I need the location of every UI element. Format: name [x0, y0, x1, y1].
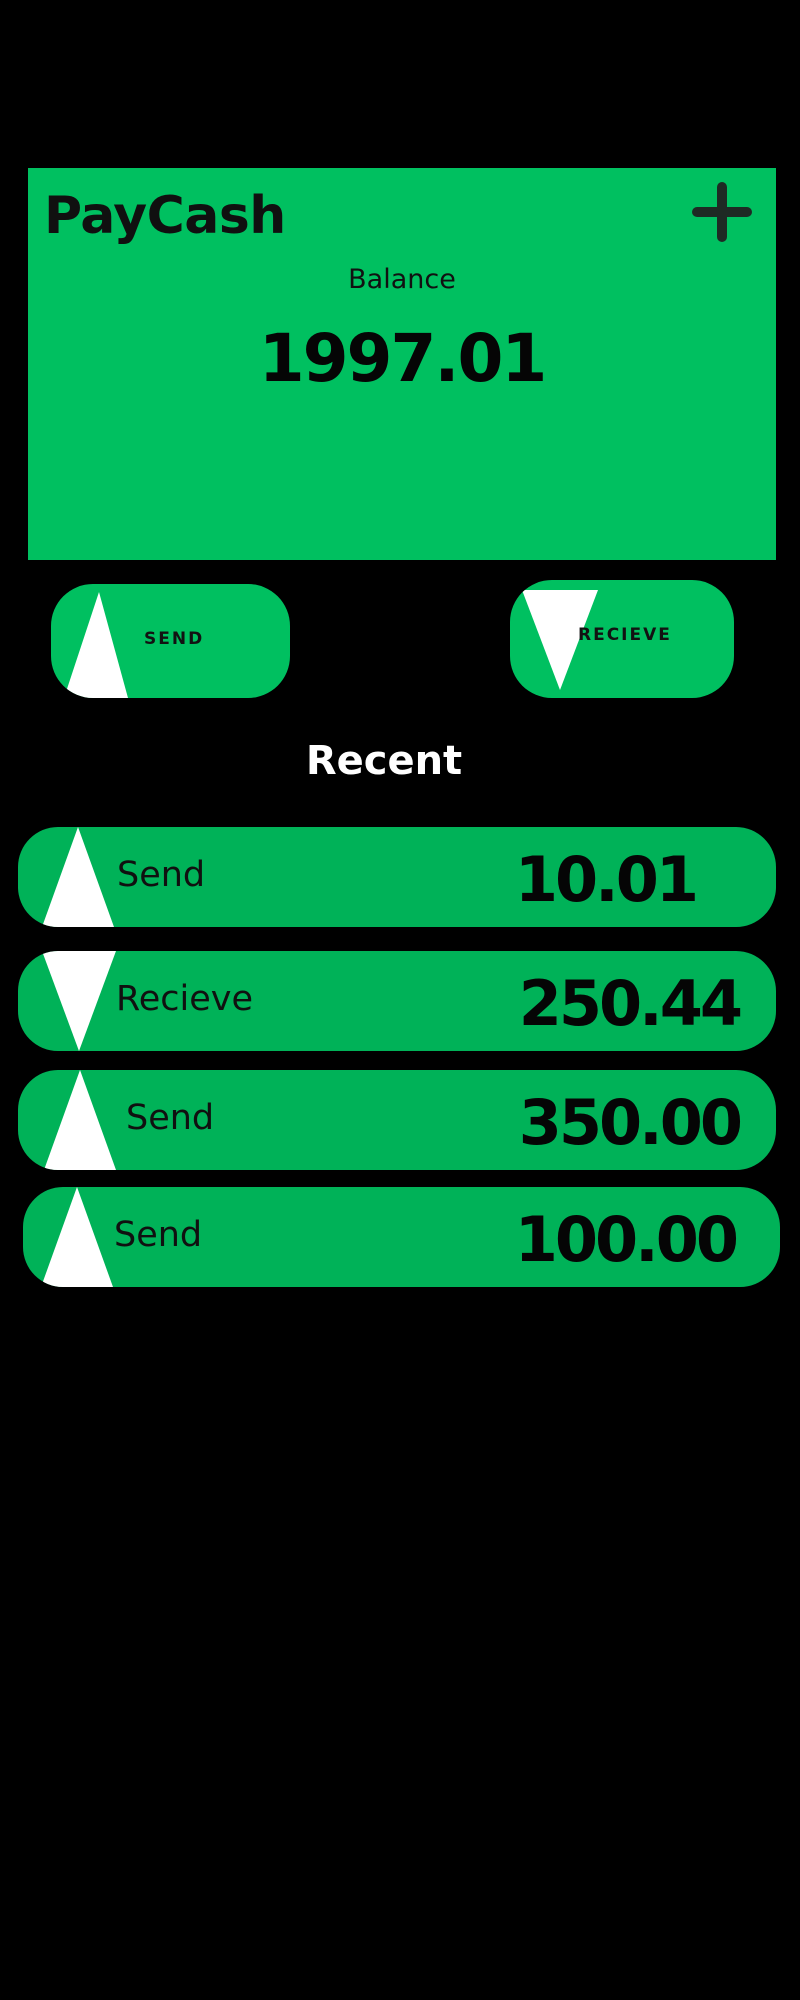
transaction-amount: 250.44	[518, 967, 743, 1040]
transaction-amount: 350.00	[518, 1086, 743, 1159]
receive-button[interactable]: RECIEVE	[510, 580, 734, 698]
recent-heading: Recent	[305, 738, 463, 784]
app-title: PayCash	[44, 186, 286, 246]
receive-button-label: RECIEVE	[578, 625, 672, 645]
transaction-amount: 10.01	[514, 843, 699, 916]
balance-card: PayCash Balance 1997.01	[28, 168, 776, 560]
balance-amount: 1997.01	[258, 320, 548, 397]
send-button[interactable]: SEND	[51, 584, 290, 698]
transaction-row[interactable]: Send 350.00	[18, 1070, 776, 1170]
transaction-row[interactable]: Send 100.00	[23, 1187, 780, 1287]
balance-label: Balance	[348, 264, 456, 295]
transaction-amount: 100.00	[514, 1203, 739, 1276]
transaction-type: Send	[117, 855, 206, 895]
arrow-down-triangle-icon	[42, 951, 116, 1051]
transaction-row[interactable]: Send 10.01	[18, 827, 776, 927]
arrow-up-triangle-icon	[42, 827, 114, 927]
send-button-label: SEND	[144, 629, 205, 649]
transaction-type: Send	[114, 1215, 203, 1255]
arrow-up-triangle-icon	[41, 1187, 113, 1287]
arrow-up-triangle-icon	[64, 592, 128, 698]
transaction-row[interactable]: Recieve 250.44	[18, 951, 776, 1051]
transaction-type: Send	[126, 1098, 215, 1138]
add-button[interactable]	[690, 180, 754, 244]
transaction-type: Recieve	[116, 979, 254, 1019]
arrow-up-triangle-icon	[44, 1070, 116, 1170]
